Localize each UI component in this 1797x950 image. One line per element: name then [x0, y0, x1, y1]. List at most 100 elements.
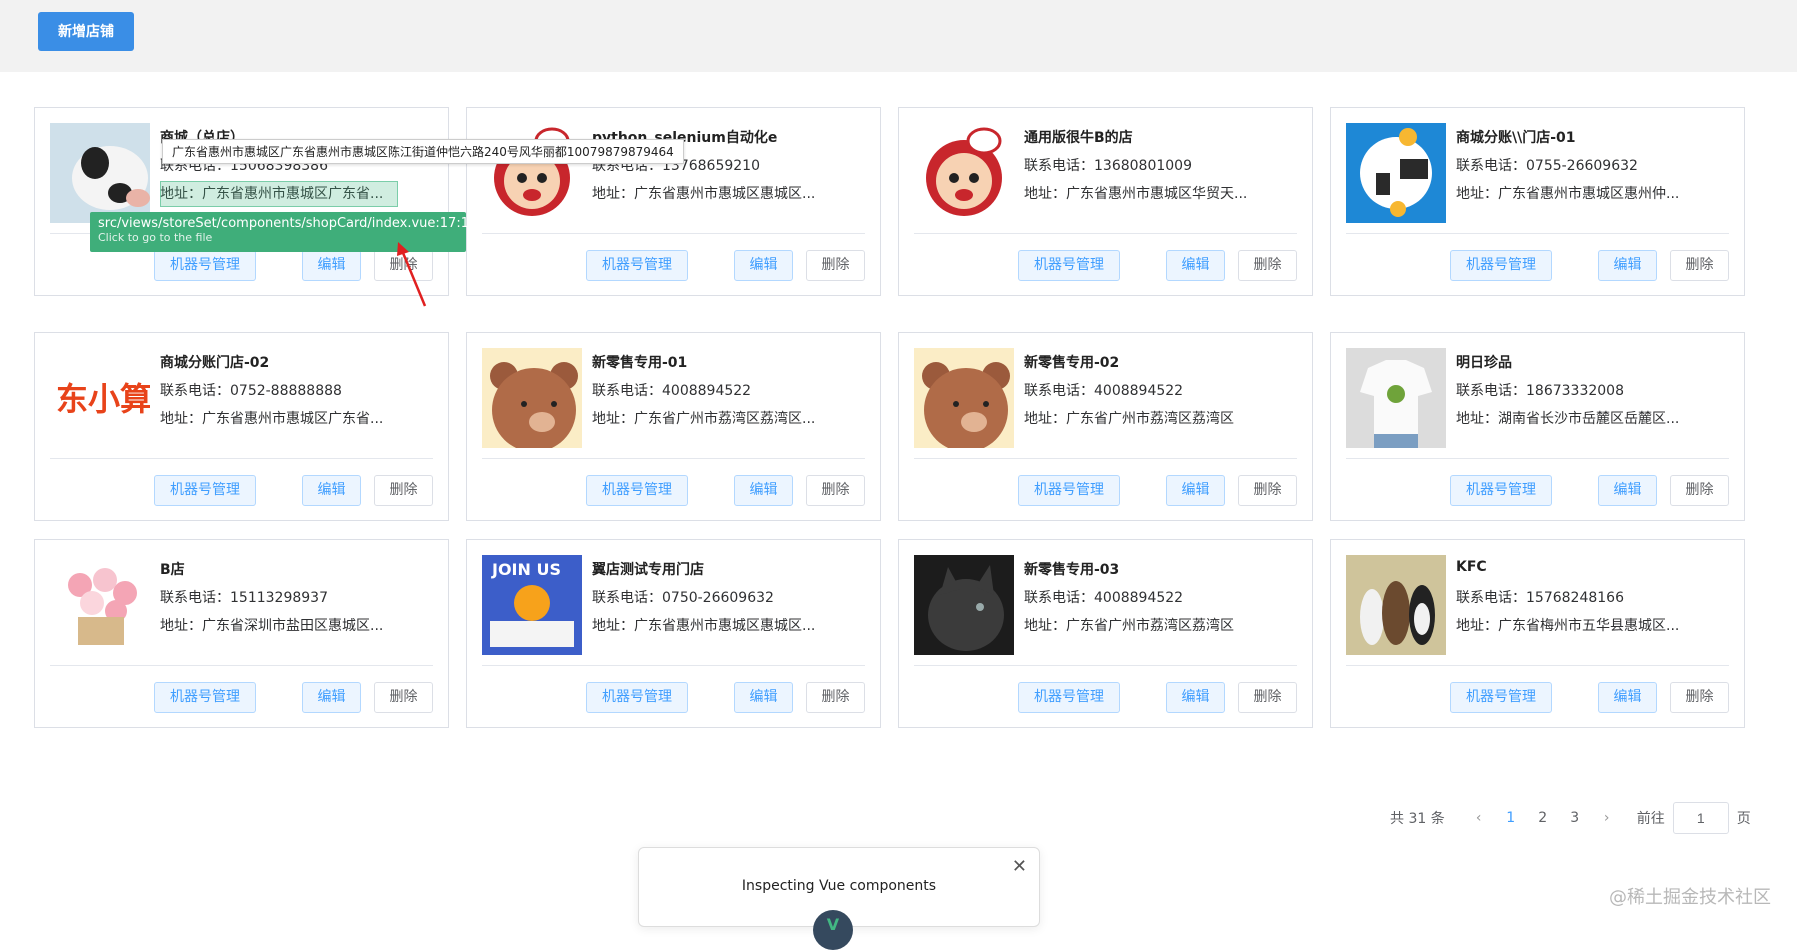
page-1[interactable]: 1: [1495, 810, 1527, 826]
edit-button[interactable]: 编辑: [1166, 475, 1225, 506]
machine-manage-button[interactable]: 机器号管理: [154, 682, 256, 713]
store-phone: 联系电话：4008894522: [1024, 590, 1184, 606]
edit-button[interactable]: 编辑: [1166, 682, 1225, 713]
page-2[interactable]: 2: [1527, 810, 1559, 826]
page-unit-label: 页: [1736, 811, 1751, 827]
card-divider: [482, 458, 865, 459]
next-page-button[interactable]: ›: [1591, 810, 1623, 826]
delete-button[interactable]: 删除: [806, 250, 865, 281]
edit-button[interactable]: 编辑: [1166, 250, 1225, 281]
store-name: 翼店测试专用门店: [592, 562, 704, 578]
card-divider: [1346, 665, 1729, 666]
store-card: 新零售专用-02 联系电话：4008894522 地址：广东省广州市荔湾区荔湾区机器…: [898, 332, 1313, 521]
store-card: JOIN US 翼店测试专用门店 联系电话：0750-26609632 地址：广东省惠…: [466, 539, 881, 728]
store-phone: 联系电话：13680801009: [1024, 158, 1192, 174]
store-address: 地址：广东省惠州市惠城区惠城区...: [592, 186, 816, 202]
machine-manage-button[interactable]: 机器号管理: [1450, 250, 1552, 281]
store-card: 明日珍品 联系电话：18673332008 地址：湖南省长沙市岳麓区岳麓区... 机器…: [1330, 332, 1745, 521]
svg-text:东小算: 东小算: [56, 380, 150, 418]
store-card: 新零售专用-03 联系电话：4008894522 地址：广东省广州市荔湾区荔湾区机器…: [898, 539, 1313, 728]
store-address: 地址：广东省惠州市惠城区惠城区...: [592, 618, 816, 634]
delete-button[interactable]: 删除: [1238, 682, 1297, 713]
store-image: [914, 348, 1014, 448]
prev-page-button[interactable]: ‹: [1463, 810, 1495, 826]
edit-button[interactable]: 编辑: [302, 475, 361, 506]
machine-manage-button[interactable]: 机器号管理: [1450, 475, 1552, 506]
edit-button[interactable]: 编辑: [734, 475, 793, 506]
card-divider: [914, 458, 1297, 459]
card-divider: [914, 233, 1297, 234]
store-address: 地址：广东省广州市荔湾区荔湾区: [1024, 411, 1234, 427]
store-phone: 联系电话：0752-88888888: [160, 383, 342, 399]
edit-button[interactable]: 编辑: [1598, 475, 1657, 506]
delete-button[interactable]: 删除: [1670, 475, 1729, 506]
vue-logo-icon[interactable]: V: [813, 910, 853, 950]
goto-label: 前往: [1636, 811, 1665, 827]
delete-button[interactable]: 删除: [1238, 250, 1297, 281]
delete-button[interactable]: 删除: [1238, 475, 1297, 506]
store-image: [482, 348, 582, 448]
store-phone: 联系电话：18673332008: [1456, 383, 1624, 399]
store-card: 东小算 商城分账门店-02 联系电话：0752-88888888 地址：广东省惠州市惠…: [34, 332, 449, 521]
goto-page-input[interactable]: [1672, 802, 1729, 834]
store-name: 新零售专用-03: [1024, 562, 1120, 578]
machine-manage-button[interactable]: 机器号管理: [586, 475, 688, 506]
machine-manage-button[interactable]: 机器号管理: [586, 682, 688, 713]
edit-button[interactable]: 编辑: [734, 682, 793, 713]
store-image: [50, 123, 150, 223]
edit-button[interactable]: 编辑: [734, 250, 793, 281]
store-card: 通用版很牛B的店 联系电话：13680801009 地址：广东省惠州市惠城区华贸天.…: [898, 107, 1313, 296]
delete-button[interactable]: 删除: [806, 682, 865, 713]
store-card: 商城分账\\门店-01 联系电话：0755-26609632 地址：广东省惠州市惠城…: [1330, 107, 1745, 296]
top-toolbar: 新增店铺: [0, 0, 1797, 72]
store-image: 东小算: [50, 348, 150, 448]
delete-button[interactable]: 删除: [1670, 682, 1729, 713]
close-icon[interactable]: ✕: [1012, 856, 1027, 877]
machine-manage-button[interactable]: 机器号管理: [154, 250, 256, 281]
store-address: 地址：广东省梅州市五华县惠城区...: [1456, 618, 1680, 634]
edit-button[interactable]: 编辑: [1598, 682, 1657, 713]
machine-manage-button[interactable]: 机器号管理: [1018, 475, 1120, 506]
card-divider: [50, 665, 433, 666]
edit-button[interactable]: 编辑: [1598, 250, 1657, 281]
card-divider: [1346, 233, 1729, 234]
store-image: [914, 555, 1014, 655]
vue-panel-title: Inspecting Vue components: [741, 878, 937, 894]
store-image: [50, 555, 150, 655]
store-name: 新零售专用-02: [1024, 355, 1120, 371]
store-phone: 联系电话：0750-26609632: [592, 590, 774, 606]
machine-manage-button[interactable]: 机器号管理: [154, 475, 256, 506]
total-count: 共 31 条: [1390, 811, 1445, 827]
store-address: 地址：广东省广州市荔湾区荔湾区: [1024, 618, 1234, 634]
machine-manage-button[interactable]: 机器号管理: [1450, 682, 1552, 713]
add-store-button[interactable]: 新增店铺: [38, 12, 134, 51]
inspector-highlight: [160, 181, 398, 207]
delete-button[interactable]: 删除: [374, 475, 433, 506]
machine-manage-button[interactable]: 机器号管理: [1018, 250, 1120, 281]
address-tooltip: 广东省惠州市惠城区广东省惠州市惠城区陈江街道仲恺六路240号风华丽都100798…: [162, 139, 684, 164]
store-image: [1346, 555, 1446, 655]
edit-button[interactable]: 编辑: [302, 250, 361, 281]
store-name: 新零售专用-01: [592, 355, 688, 371]
store-address: 地址：广东省惠州市惠城区惠州仲...: [1456, 186, 1680, 202]
delete-button[interactable]: 删除: [806, 475, 865, 506]
delete-button[interactable]: 删除: [1670, 250, 1729, 281]
store-address: 地址：广东省惠州市惠城区华贸天...: [1024, 186, 1248, 202]
card-divider: [50, 458, 433, 459]
store-image: [914, 123, 1014, 223]
card-divider: [482, 233, 865, 234]
page-3[interactable]: 3: [1559, 810, 1591, 826]
inspector-file-path: src/views/storeSet/components/shopCard/i…: [98, 216, 478, 231]
store-name: KFC: [1456, 559, 1487, 575]
store-address: 地址：广东省惠州市惠城区广东省...: [160, 411, 384, 427]
machine-manage-button[interactable]: 机器号管理: [586, 250, 688, 281]
delete-button[interactable]: 删除: [374, 682, 433, 713]
store-image: [1346, 123, 1446, 223]
edit-button[interactable]: 编辑: [302, 682, 361, 713]
store-name: 商城分账\\门店-01: [1456, 130, 1576, 146]
card-divider: [1346, 458, 1729, 459]
machine-manage-button[interactable]: 机器号管理: [1018, 682, 1120, 713]
store-phone: 联系电话：4008894522: [1024, 383, 1184, 399]
store-phone: 联系电话：4008894522: [592, 383, 752, 399]
store-address: 地址：广东省广州市荔湾区荔湾区...: [592, 411, 816, 427]
